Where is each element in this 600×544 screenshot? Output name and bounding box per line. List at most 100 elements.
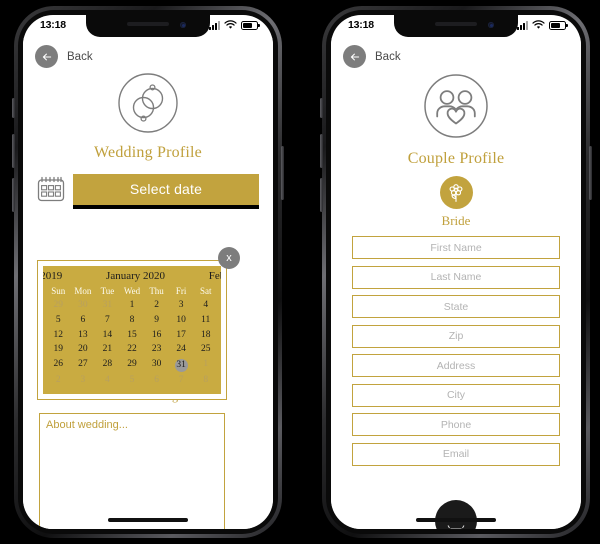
form-field-address[interactable]: Address — [352, 354, 560, 377]
calendar-day[interactable]: 30 — [144, 358, 169, 374]
calendar-day[interactable]: 9 — [144, 313, 169, 328]
field-placeholder: Email — [442, 448, 470, 460]
front-camera-icon — [180, 22, 186, 28]
calendar-weekday: Thu — [149, 285, 164, 296]
calendar-day[interactable]: 26 — [46, 358, 71, 374]
cellular-bars-icon — [209, 20, 220, 30]
calendar-day[interactable]: 28 — [95, 358, 120, 374]
form-field-city[interactable]: City — [352, 383, 560, 407]
calendar-grid[interactable]: Sun Mon Tue Wed Thu Fri Sat 29 30 31 1 2 3 4 5 6 7 8 9 10 11… — [46, 284, 218, 389]
content-right: Back Couple Profile Bride First Name Las… — [331, 37, 581, 529]
floating-action-button-icon[interactable] — [435, 500, 477, 529]
calendar-day[interactable]: 31 — [95, 298, 120, 313]
calendar-day[interactable]: 25 — [193, 343, 218, 358]
arrow-left-icon[interactable] — [35, 45, 58, 68]
calendar-day[interactable]: 11 — [193, 313, 218, 328]
field-placeholder: Phone — [440, 418, 472, 431]
calendar-day[interactable]: 8 — [120, 313, 145, 328]
form-field-last-name[interactable]: Last Name — [352, 265, 560, 289]
status-time: 13:18 — [348, 19, 374, 31]
volume-up-button[interactable] — [320, 134, 323, 168]
calendar-day[interactable]: 5 — [120, 374, 145, 389]
back-nav-left[interactable]: Back — [23, 37, 273, 68]
calendar-day[interactable]: 7 — [95, 313, 120, 328]
volume-down-button[interactable] — [12, 178, 15, 212]
screen-right: 13:18 Back Couple Profile Bride First Na… — [331, 15, 581, 529]
form-field-email[interactable]: Email — [352, 442, 560, 466]
calendar-day[interactable]: 23 — [144, 343, 169, 358]
calendar-day[interactable]: 15 — [120, 328, 145, 343]
role-label: Bride — [441, 213, 471, 228]
calendar-day[interactable]: 19 — [46, 343, 71, 358]
notch — [394, 15, 518, 37]
cellular-bars-icon — [517, 20, 528, 30]
arrow-left-icon[interactable] — [343, 45, 366, 68]
volume-up-button[interactable] — [12, 134, 15, 168]
calendar-day[interactable]: 18 — [193, 328, 218, 343]
battery-icon — [549, 20, 568, 30]
date-picker-row: Select date — [23, 174, 273, 209]
calendar-day[interactable]: 12 — [46, 328, 71, 343]
home-indicator[interactable] — [416, 518, 496, 522]
home-indicator[interactable] — [108, 518, 188, 522]
calendar-day[interactable]: 4 — [95, 374, 120, 389]
battery-icon — [241, 20, 260, 30]
calendar-day[interactable]: 20 — [71, 343, 96, 358]
calendar-day[interactable]: 2 — [144, 298, 169, 313]
phone-left: 13:18 Back Wedding Profile Select date x… — [12, 6, 284, 538]
calendar-day[interactable]: 1 — [193, 358, 218, 374]
volume-down-button[interactable] — [320, 178, 323, 212]
silent-switch[interactable] — [320, 98, 323, 118]
calendar-day[interactable]: 10 — [169, 313, 194, 328]
flower-bouquet-icon[interactable] — [439, 176, 473, 209]
calendar-day[interactable]: 24 — [169, 343, 194, 358]
calendar-day[interactable]: 6 — [71, 313, 96, 328]
calendar-day[interactable]: 29 — [46, 298, 71, 313]
calendar-day[interactable]: 2 — [46, 374, 71, 389]
calendar-day[interactable]: 6 — [144, 374, 169, 389]
form-field-phone[interactable]: Phone — [352, 413, 560, 436]
select-date-button[interactable]: Select date — [73, 174, 259, 205]
calendar-day[interactable]: 13 — [71, 328, 96, 343]
calendar-day[interactable]: 3 — [71, 374, 96, 389]
calendar-day[interactable]: 4 — [193, 298, 218, 313]
form-field-first-name[interactable]: First Name — [352, 236, 560, 259]
about-wedding-textarea[interactable]: About wedding... — [39, 413, 225, 529]
calendar-day[interactable]: 8 — [193, 374, 218, 389]
calendar-current-month: January 2020 — [106, 270, 166, 282]
earpiece-speaker — [127, 22, 169, 26]
page-title: Couple Profile — [407, 150, 505, 167]
earpiece-speaker — [435, 22, 477, 26]
power-button[interactable] — [281, 146, 284, 200]
calendar-prev-month[interactable]: er 2019 — [43, 270, 62, 282]
calendar-day[interactable]: 1 — [120, 298, 145, 313]
form-field-state[interactable]: State — [352, 295, 560, 318]
calendar-weekday: Tue — [100, 285, 115, 296]
calendar-weekday: Sun — [51, 285, 66, 296]
calendar-day-selected[interactable]: 31 — [169, 358, 194, 374]
hero-right: Couple Profile — [331, 68, 581, 168]
silent-switch[interactable] — [12, 98, 15, 118]
calendar-day[interactable]: 16 — [144, 328, 169, 343]
close-icon[interactable]: x — [218, 247, 240, 269]
back-label: Back — [375, 50, 401, 63]
back-label: Back — [67, 50, 93, 63]
couple-heart-icon — [422, 72, 490, 145]
form-field-zip[interactable]: Zip — [352, 324, 560, 348]
calendar-day[interactable]: 3 — [169, 298, 194, 313]
calendar-day[interactable]: 7 — [169, 374, 194, 389]
calendar-day[interactable]: 22 — [120, 343, 145, 358]
calendar-day[interactable]: 21 — [95, 343, 120, 358]
calendar-icon[interactable] — [37, 176, 65, 207]
phone-right: 13:18 Back Couple Profile Bride First Na… — [320, 6, 592, 538]
calendar-day[interactable]: 14 — [95, 328, 120, 343]
power-button[interactable] — [589, 146, 592, 200]
calendar-day[interactable]: 5 — [46, 313, 71, 328]
calendar-next-month[interactable]: Februar — [209, 270, 221, 282]
calendar-day[interactable]: 29 — [120, 358, 145, 374]
back-nav-right[interactable]: Back — [331, 37, 581, 68]
calendar-day[interactable]: 17 — [169, 328, 194, 343]
calendar-day[interactable]: 27 — [71, 358, 96, 374]
about-wedding-placeholder: About wedding... — [46, 419, 128, 431]
calendar-day[interactable]: 30 — [71, 298, 96, 313]
